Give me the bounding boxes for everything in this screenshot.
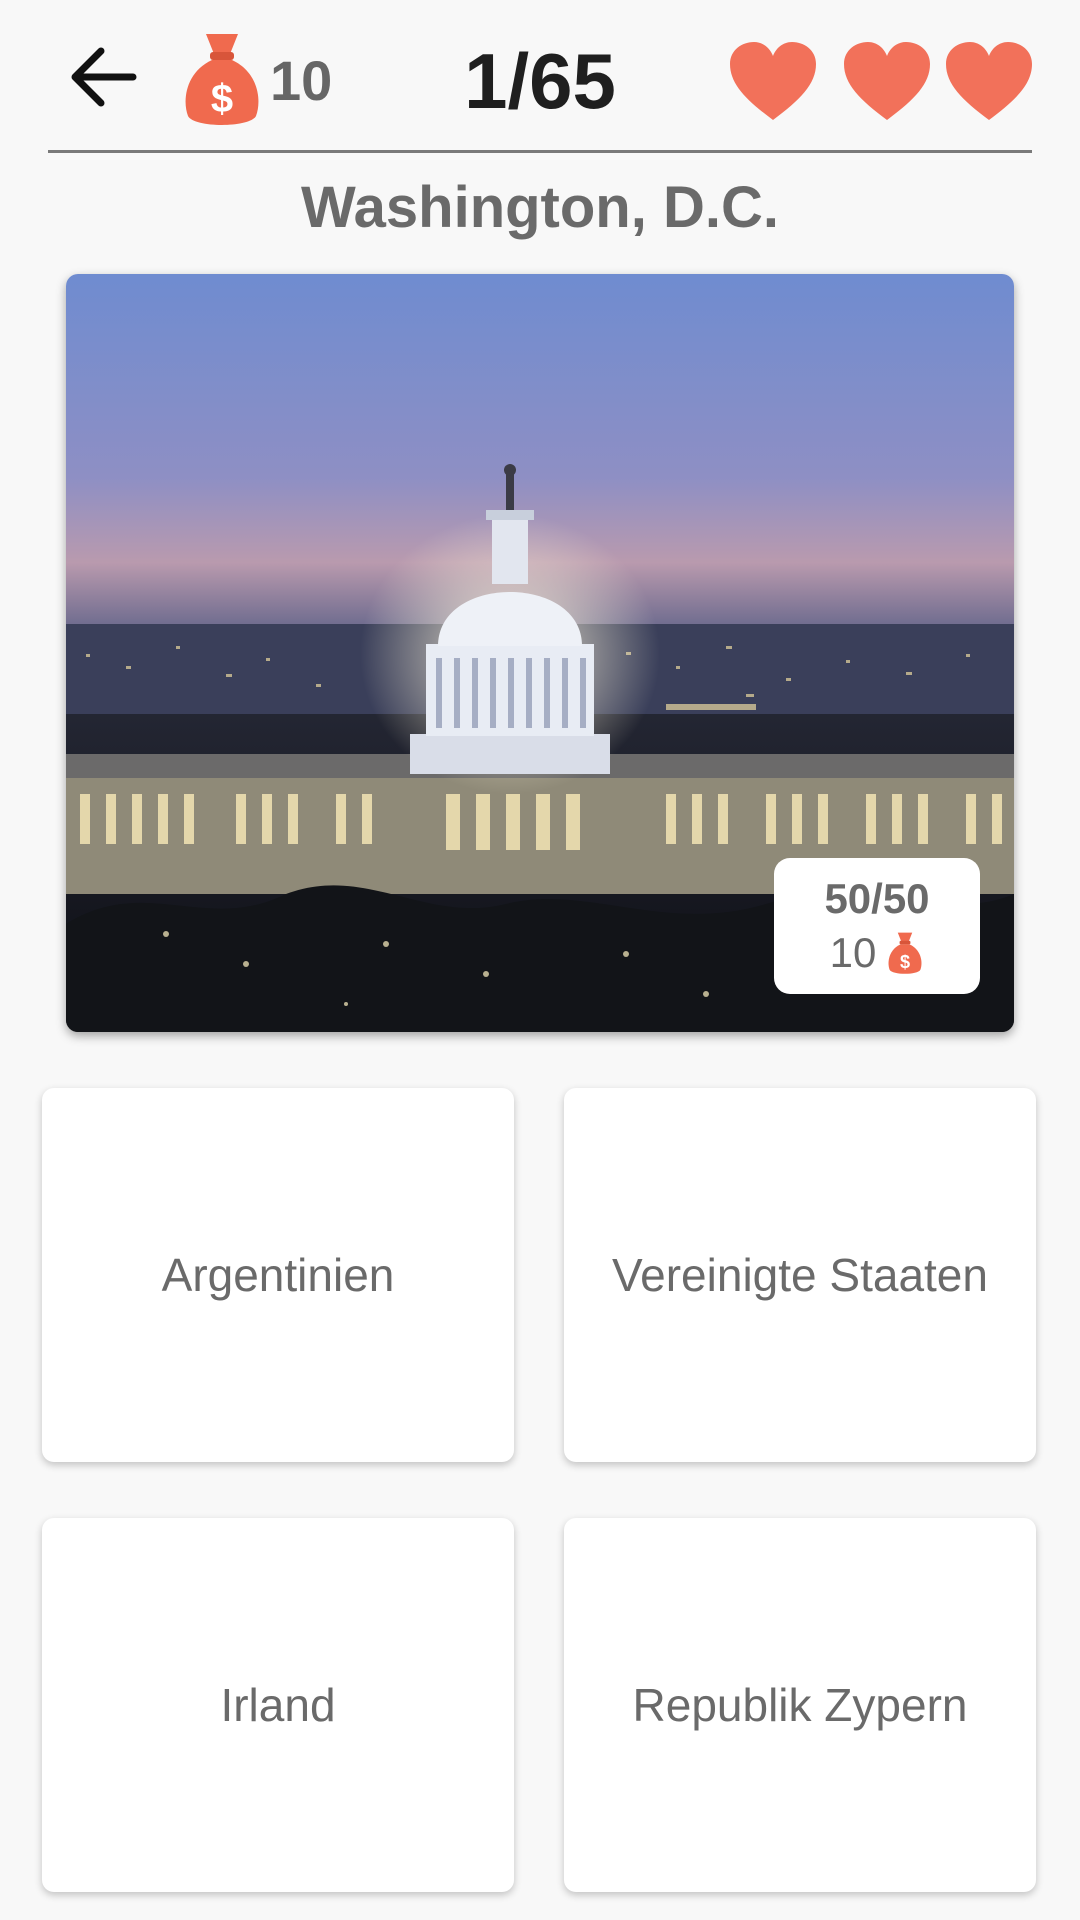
heart-icon <box>946 42 1032 120</box>
answer-label: Irland <box>220 1679 336 1731</box>
heart-icon <box>844 42 930 120</box>
answer-label: Argentinien <box>161 1249 395 1301</box>
answer-button[interactable]: Vereinigte Staaten <box>564 1088 1036 1462</box>
top-bar: $ 10 1/65 <box>0 0 1080 152</box>
answer-button[interactable]: Argentinien <box>42 1088 514 1462</box>
answer-label: Vereinigte Staaten <box>612 1249 988 1301</box>
svg-text:$: $ <box>900 952 910 972</box>
money-bag-icon: $ <box>888 932 922 974</box>
fifty-fifty-joker-button[interactable]: 50/50 10 $ <box>774 858 980 994</box>
joker-cost: 10 $ <box>774 928 980 978</box>
heart-icon <box>730 42 816 120</box>
lives <box>720 38 1040 128</box>
answer-label: Republik Zypern <box>632 1679 968 1731</box>
question-city: Washington, D.C. <box>301 175 779 240</box>
joker-cost-value: 10 <box>829 929 877 976</box>
answer-button[interactable]: Republik Zypern <box>564 1518 1036 1892</box>
answer-button[interactable]: Irland <box>42 1518 514 1892</box>
header-divider <box>48 150 1032 153</box>
joker-label: 50/50 <box>824 875 930 922</box>
